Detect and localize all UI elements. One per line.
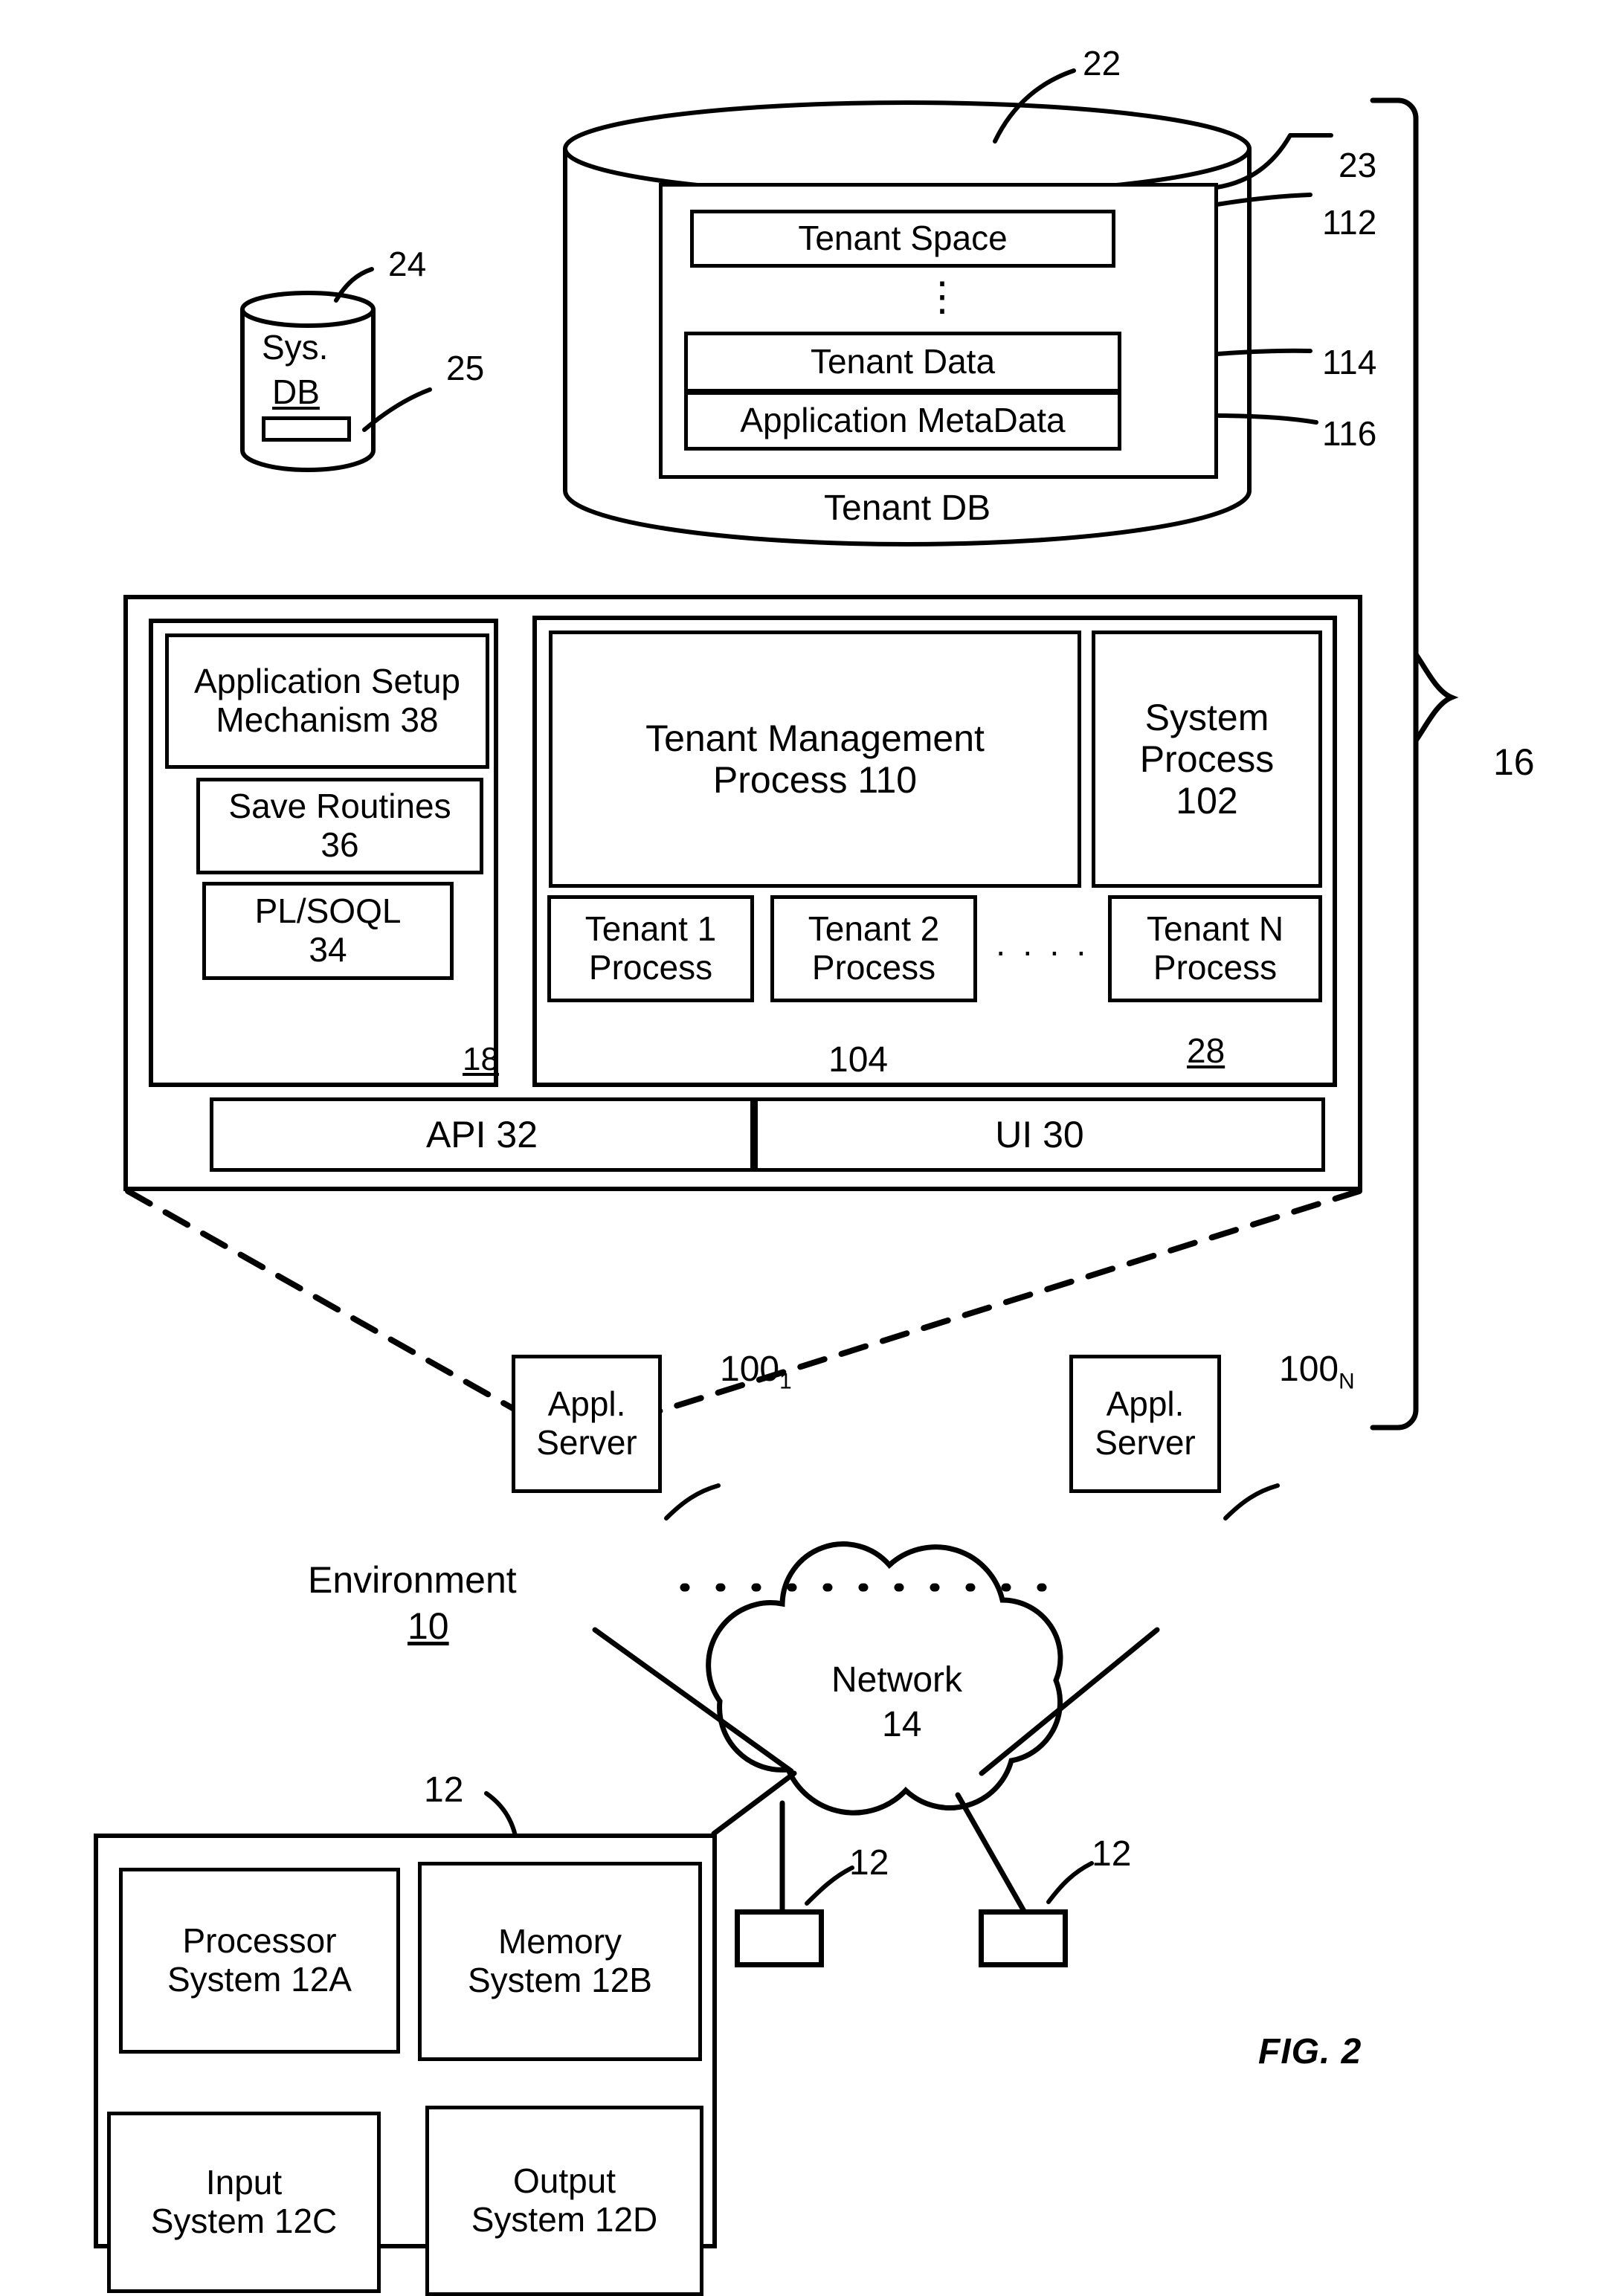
client-node-1	[735, 1909, 824, 1967]
memory-system-12b: Memory System 12B	[418, 1862, 702, 2061]
ref-116: 116	[1322, 414, 1377, 453]
ref-16: 16	[1493, 741, 1535, 783]
link-cloud-client2	[955, 1792, 1028, 1915]
ref-100-N-sub: N	[1339, 1369, 1355, 1394]
sys-db-label-line1: Sys.	[262, 328, 329, 367]
leader-25	[362, 387, 432, 432]
tenant-data-label: Tenant Data	[810, 342, 996, 381]
pl-soql-label: PL/SOQL 34	[254, 891, 402, 969]
tenant-data-box: Tenant Data	[684, 332, 1121, 393]
output-system-line2: System 12D	[471, 2200, 658, 2239]
tenant-process-dots: · · · ·	[995, 932, 1090, 970]
save-routines: Save Routines 36	[196, 778, 483, 874]
ref-100-1-sub: 1	[779, 1369, 792, 1394]
sys-db-slot	[262, 416, 351, 442]
application-setup-mechanism: Application Setup Mechanism 38	[165, 633, 489, 769]
api-bar: API 32	[210, 1097, 754, 1172]
application-metadata-box: Application MetaData	[684, 391, 1121, 451]
tenant-2-process-label: Tenant 2 Process	[808, 909, 940, 987]
processor-system-12a: Processor System 12A	[119, 1868, 400, 2054]
api-label: API 32	[425, 1114, 538, 1155]
ui-label: UI 30	[995, 1114, 1084, 1155]
environment-ref: 10	[408, 1605, 449, 1647]
processor-system-line2: System 12A	[167, 1960, 352, 1999]
input-system-line2: System 12C	[150, 2202, 338, 2240]
app-server-1-line1: Appl.	[547, 1384, 626, 1424]
save-routines-label: Save Routines 36	[228, 787, 451, 864]
ui-bar: UI 30	[754, 1097, 1325, 1172]
tenant-1-process: Tenant 1 Process	[547, 895, 754, 1002]
leader-23	[1214, 133, 1292, 190]
app-server-2-line1: Appl.	[1106, 1384, 1185, 1424]
patent-figure-2: 22 23 112 114 116 Tenant Space ⋮ Tenant …	[0, 0, 1604, 2296]
client-node-2	[979, 1909, 1068, 1967]
system-process: System Process 102	[1092, 631, 1322, 888]
memory-system-line2: System 12B	[468, 1961, 652, 1999]
link-appserver2-cloud	[979, 1627, 1160, 1776]
ref-12-client-2: 12	[1092, 1834, 1132, 1874]
app-server-1-line2: Server	[536, 1423, 637, 1462]
brace-16	[1370, 97, 1419, 1431]
tenant-space-box: Tenant Space	[690, 210, 1115, 268]
ref-12-client-1: 12	[849, 1843, 889, 1883]
environment-label: Environment	[308, 1559, 517, 1601]
ref-100-1: 1001	[720, 1349, 792, 1395]
leader-12-client1	[805, 1866, 854, 1906]
sys-db-top-ellipse	[240, 291, 376, 328]
tenant-db-ellipsis: ⋮	[922, 274, 962, 319]
ref-100-1-base: 100	[720, 1349, 780, 1389]
ref-112: 112	[1322, 203, 1377, 242]
link-appserver1-cloud	[592, 1627, 794, 1774]
tenant-space-label: Tenant Space	[798, 219, 1008, 258]
output-system-12d: Output System 12D	[425, 2106, 703, 2296]
network-label-line2: 14	[882, 1705, 922, 1744]
ref-100-N: 100N	[1279, 1349, 1355, 1395]
leader-100-N	[1223, 1483, 1280, 1521]
processor-system-line1: Processor	[182, 1921, 337, 1961]
leader-24	[334, 267, 374, 303]
ref-23: 23	[1339, 146, 1377, 184]
link-cloud-usersystem	[711, 1770, 797, 1837]
system-process-label: System Process 102	[1139, 697, 1275, 822]
ref-100-N-base: 100	[1279, 1349, 1339, 1389]
tenant-management-process: Tenant Management Process 110	[549, 631, 1081, 888]
ref-104: 104	[828, 1040, 889, 1080]
pl-soql: PL/SOQL 34	[202, 882, 454, 980]
ref-114: 114	[1322, 343, 1377, 381]
tenant-n-process-label: Tenant N Process	[1146, 909, 1284, 987]
application-setup-mechanism-label: Application Setup Mechanism 38	[193, 662, 461, 739]
tenant-db-top-ellipse	[563, 100, 1252, 197]
input-system-line1: Input	[205, 2163, 283, 2202]
app-server-1: Appl. Server	[512, 1355, 662, 1493]
tenant-n-process: Tenant N Process	[1108, 895, 1322, 1002]
leader-100-1	[664, 1483, 721, 1521]
dashed-connector-left	[125, 1188, 524, 1416]
tenant-1-process-label: Tenant 1 Process	[584, 909, 717, 987]
ref-12-usersystem: 12	[424, 1770, 464, 1810]
memory-system-line1: Memory	[497, 1922, 622, 1961]
brace-16-tip	[1413, 651, 1459, 744]
leader-22	[993, 68, 1076, 144]
tenant-2-process: Tenant 2 Process	[770, 895, 977, 1002]
ref-24: 24	[388, 245, 427, 283]
app-server-2-line2: Server	[1095, 1423, 1196, 1462]
ref-25: 25	[446, 349, 485, 387]
output-system-line1: Output	[512, 2161, 616, 2201]
ref-22: 22	[1083, 44, 1121, 83]
sys-db-label-line2: DB	[272, 373, 320, 411]
ref-28: 28	[1187, 1031, 1225, 1070]
application-metadata-label: Application MetaData	[740, 401, 1066, 440]
input-system-12c: Input System 12C	[107, 2112, 381, 2293]
leader-12-client2	[1046, 1861, 1094, 1904]
tenant-db-title: Tenant DB	[824, 488, 991, 528]
app-server-2: Appl. Server	[1069, 1355, 1221, 1493]
network-label-line1: Network	[831, 1660, 963, 1700]
tenant-management-process-label: Tenant Management Process 110	[645, 718, 985, 801]
ref-18: 18	[463, 1041, 499, 1077]
figure-caption: FIG. 2	[1258, 2032, 1362, 2071]
